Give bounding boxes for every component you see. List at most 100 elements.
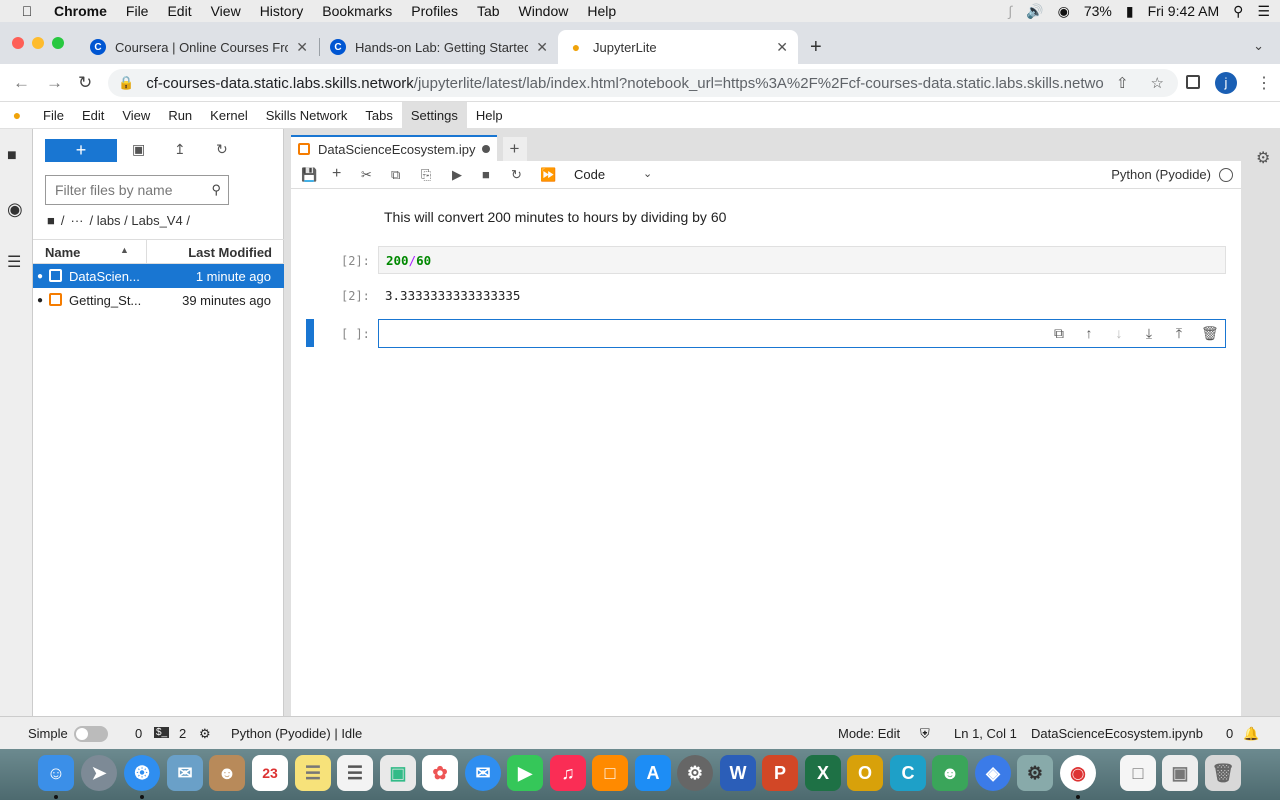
menu-file[interactable]: File: [126, 3, 149, 19]
system-preferences-icon[interactable]: ⚙: [677, 755, 713, 791]
side-panel-icon[interactable]: [1186, 75, 1200, 89]
preview-icon[interactable]: ▣: [380, 755, 416, 791]
cell-type-select[interactable]: Code: [574, 167, 605, 182]
bell-icon[interactable]: 🔔: [1243, 726, 1259, 742]
menu-edit[interactable]: Edit: [167, 3, 191, 19]
delete-cell-icon[interactable]: 🗑: [1201, 325, 1219, 342]
chrome-icon[interactable]: ◉: [1060, 755, 1096, 791]
document-icon[interactable]: □: [1120, 755, 1156, 791]
jmenu-help[interactable]: Help: [467, 102, 512, 129]
menu-help[interactable]: Help: [587, 3, 616, 19]
photos-icon[interactable]: ✿: [422, 755, 458, 791]
close-tab-icon[interactable]: ✕: [536, 39, 548, 56]
move-down-icon[interactable]: ↓: [1111, 325, 1127, 342]
duplicate-cell-icon[interactable]: ⧉: [1051, 325, 1067, 342]
menubar-clock[interactable]: Fri 9:42 AM: [1148, 3, 1220, 19]
menu-profiles[interactable]: Profiles: [411, 3, 458, 19]
upload-icon[interactable]: ↥: [174, 141, 186, 158]
battery-icon[interactable]: ▮: [1126, 3, 1134, 20]
active-code-cell-editor[interactable]: ⧉ ↑ ↓ ⤓ ⤒ 🗑: [378, 319, 1226, 348]
insert-cell-icon[interactable]: +: [332, 165, 341, 183]
music-icon[interactable]: ♫: [550, 755, 586, 791]
network-icon[interactable]: ◈: [975, 755, 1011, 791]
close-window-button[interactable]: [12, 37, 24, 49]
screenshot-icon[interactable]: ▣: [1162, 755, 1198, 791]
notebook-tab[interactable]: DataScienceEcosystem.ipy: [291, 135, 497, 161]
utility-icon[interactable]: ⚙: [1017, 755, 1053, 791]
file-row[interactable]: ● Getting_St... 39 minutes ago: [33, 288, 284, 312]
run-icon[interactable]: ▶: [452, 167, 462, 183]
browser-tab-coursera[interactable]: C Coursera | Online Courses From ✕: [80, 30, 318, 64]
browser-tab-hands-on-lab[interactable]: C Hands-on Lab: Getting Started ✕: [320, 30, 558, 64]
outlook-icon[interactable]: O: [847, 755, 883, 791]
breadcrumb-path[interactable]: / labs / Labs_V4 /: [89, 213, 189, 228]
menu-view[interactable]: View: [211, 3, 241, 19]
shield-icon[interactable]: ⛨: [920, 726, 930, 742]
lock-icon[interactable]: 🔒: [118, 75, 134, 91]
chevron-down-icon[interactable]: ⌄: [643, 167, 652, 180]
sort-ascending-icon[interactable]: ▲: [120, 245, 129, 255]
breadcrumb-root[interactable]: /: [61, 213, 65, 228]
battery-percent[interactable]: 73%: [1084, 3, 1112, 19]
menu-history[interactable]: History: [260, 3, 304, 19]
spotlight-icon[interactable]: ⚲: [1233, 3, 1243, 20]
folder-icon[interactable]: ■: [7, 147, 17, 165]
forward-button[interactable]: →: [46, 73, 63, 93]
new-folder-icon[interactable]: ▣: [132, 141, 145, 158]
launchpad-icon[interactable]: ➤: [81, 755, 117, 791]
share-icon[interactable]: ⇧: [1116, 74, 1129, 92]
coursera-app-icon[interactable]: C: [890, 755, 926, 791]
table-of-contents-icon[interactable]: ☰: [7, 252, 21, 272]
running-kernels-icon[interactable]: ◉: [7, 199, 23, 220]
menu-window[interactable]: Window: [519, 3, 569, 19]
jmenu-view[interactable]: View: [113, 102, 159, 129]
copy-icon[interactable]: ⧉: [391, 167, 400, 183]
column-modified-header[interactable]: Last Modified: [188, 245, 272, 260]
new-launcher-button[interactable]: +: [45, 139, 117, 162]
jmenu-tabs[interactable]: Tabs: [356, 102, 401, 129]
chrome-menu-icon[interactable]: ⋮: [1256, 73, 1272, 93]
file-row[interactable]: ● DataScien... 1 minute ago: [33, 264, 284, 288]
control-center-icon[interactable]: ☰: [1257, 3, 1270, 20]
app-store-icon[interactable]: A: [635, 755, 671, 791]
stop-icon[interactable]: ■: [482, 167, 490, 182]
restart-icon[interactable]: ↻: [511, 167, 522, 183]
minimize-window-button[interactable]: [32, 37, 44, 49]
back-button[interactable]: ←: [13, 73, 30, 93]
profile-avatar[interactable]: j: [1215, 72, 1237, 94]
jmenu-kernel[interactable]: Kernel: [201, 102, 257, 129]
notes-icon[interactable]: ☰: [295, 755, 331, 791]
powerpoint-icon[interactable]: P: [762, 755, 798, 791]
fast-forward-icon[interactable]: ⏩: [540, 167, 556, 183]
column-name-header[interactable]: Name: [45, 245, 80, 260]
breadcrumb-ellipsis[interactable]: ···: [70, 213, 83, 228]
volume-icon[interactable]: 🔊: [1026, 3, 1043, 20]
move-up-icon[interactable]: ↑: [1081, 325, 1097, 342]
teams-icon[interactable]: ☻: [932, 755, 968, 791]
terminal-count[interactable]: 0: [135, 726, 142, 741]
contacts-icon[interactable]: ☻: [209, 755, 245, 791]
close-tab-icon[interactable]: ✕: [776, 39, 788, 56]
paste-icon[interactable]: ⎘: [421, 167, 431, 183]
cut-icon[interactable]: ✂: [361, 167, 372, 183]
insert-below-icon[interactable]: ⤒: [1171, 325, 1187, 342]
add-tab-button[interactable]: +: [502, 137, 527, 161]
kernel-name[interactable]: Python (Pyodide): [1111, 167, 1211, 182]
excel-icon[interactable]: X: [805, 755, 841, 791]
menu-app-name[interactable]: Chrome: [54, 3, 107, 19]
jmenu-settings[interactable]: Settings: [401, 101, 467, 129]
wifi-icon[interactable]: ◉: [1058, 3, 1070, 20]
apple-icon[interactable]: : [18, 3, 36, 19]
jmenu-edit[interactable]: Edit: [73, 102, 113, 129]
new-tab-button[interactable]: +: [810, 36, 822, 59]
property-inspector-gear-icon[interactable]: ⚙: [1256, 148, 1270, 168]
trash-icon[interactable]: 🗑: [1205, 755, 1241, 791]
cursor-position[interactable]: Ln 1, Col 1: [954, 726, 1017, 741]
books-icon[interactable]: □: [592, 755, 628, 791]
facetime-icon[interactable]: ▶: [507, 755, 543, 791]
code-cell[interactable]: 200/60: [378, 246, 1226, 274]
reminders-icon[interactable]: ☰: [337, 755, 373, 791]
messages-icon[interactable]: ✉: [465, 755, 501, 791]
zoom-window-button[interactable]: [52, 37, 64, 49]
browser-tab-jupyterlite[interactable]: ● JupyterLite ✕: [558, 30, 798, 64]
